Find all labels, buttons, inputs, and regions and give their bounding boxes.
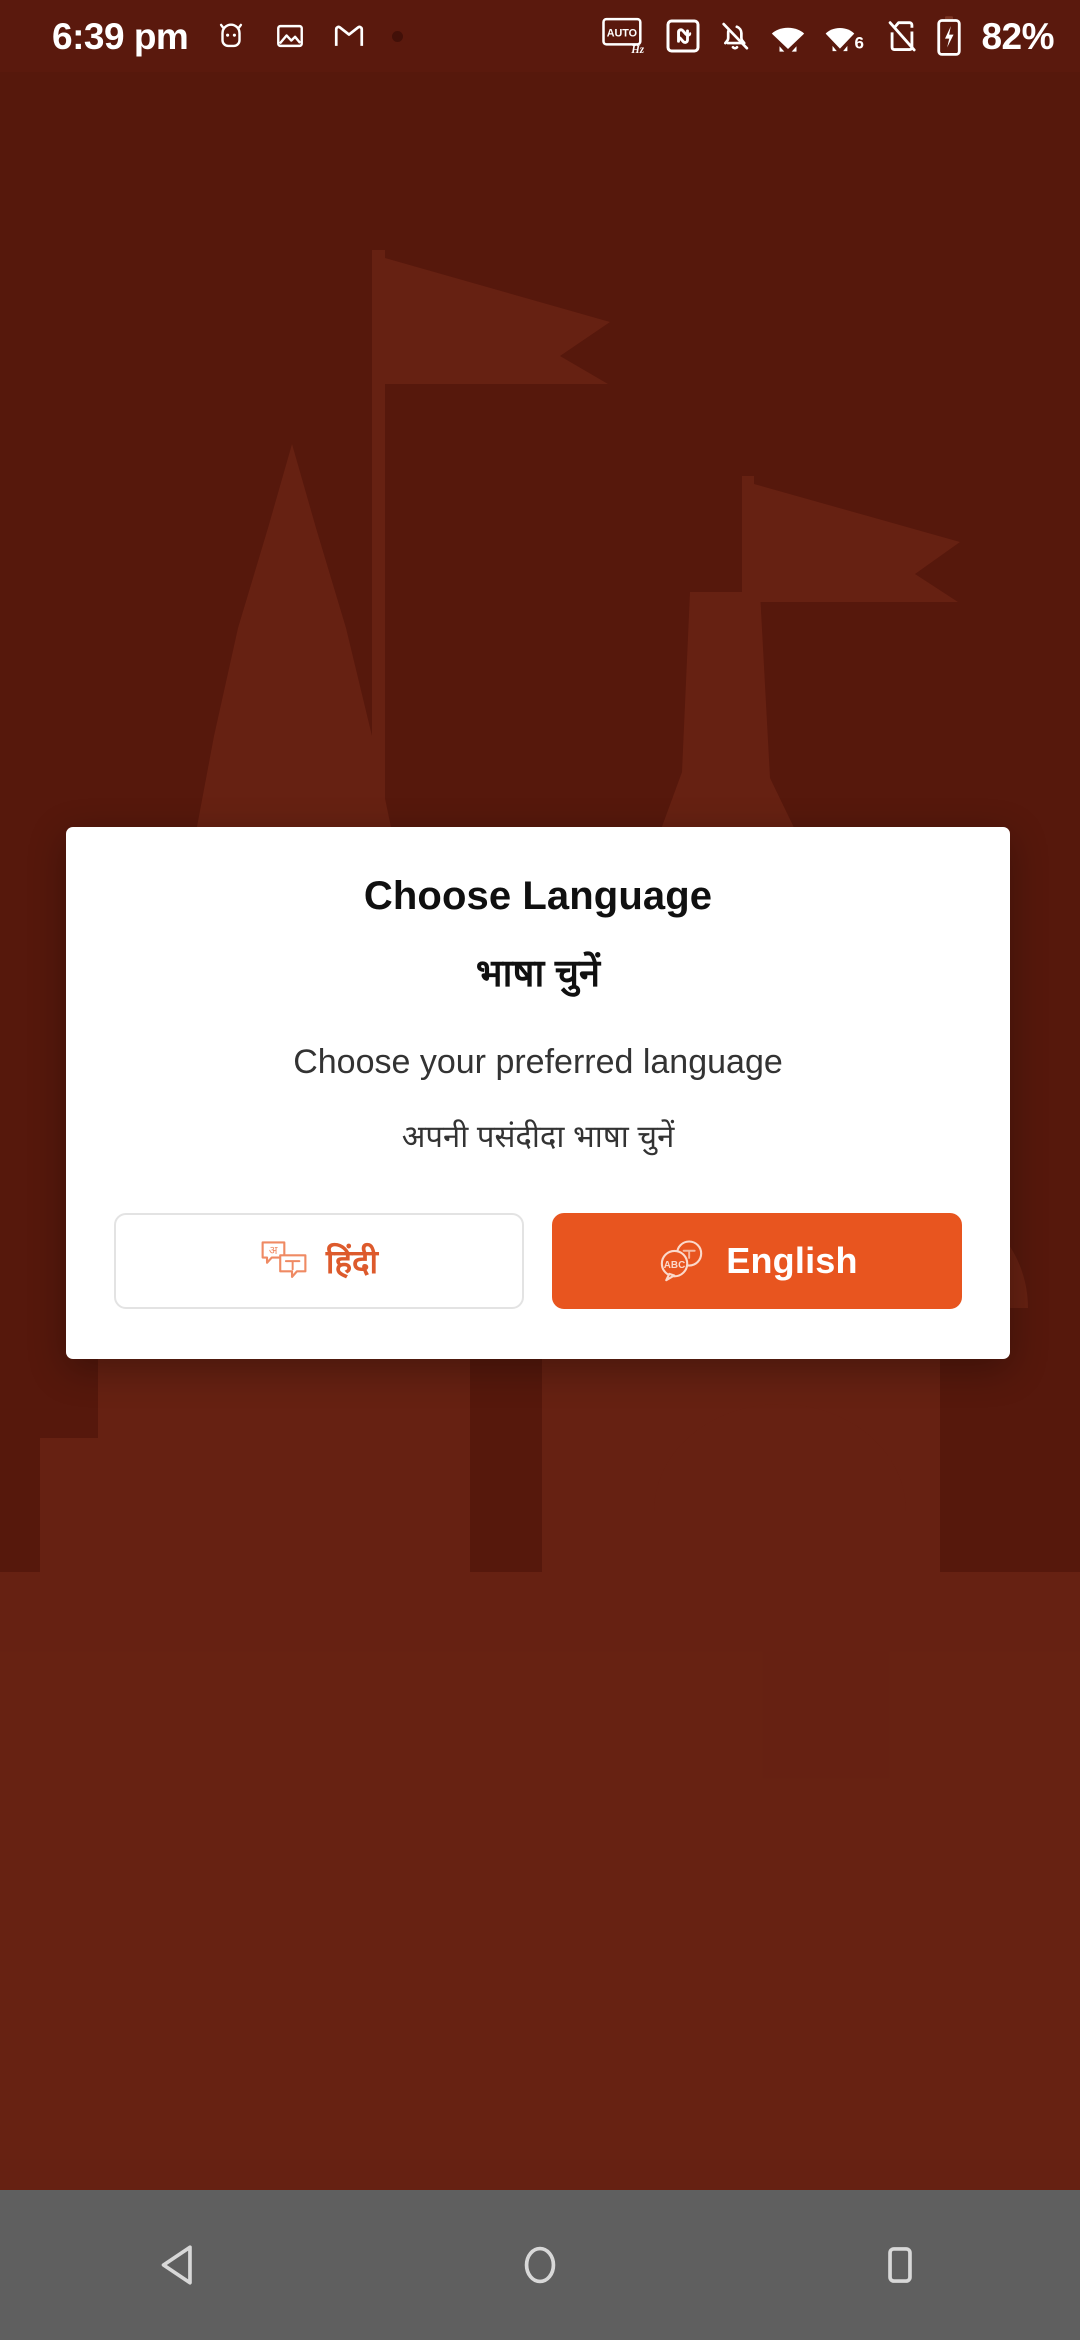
english-language-button-label: English (726, 1240, 858, 1282)
battery-percentage-label: 82% (981, 15, 1054, 57)
dialog-title-hindi: भाषा चुनें (475, 953, 601, 995)
home-button[interactable] (360, 2190, 720, 2340)
circle-home-icon (524, 2246, 556, 2284)
triangle-back-icon (161, 2245, 192, 2285)
bot-face-icon (220, 23, 243, 48)
hindi-language-button-label: हिंदी (325, 1242, 379, 1280)
notification-dot-icon (392, 30, 404, 42)
hindi-language-button[interactable]: अ हिंदी (114, 1213, 524, 1310)
no-sim-card-icon (889, 21, 917, 52)
status-bar-clock: 6:39 pm (52, 15, 189, 57)
recents-button[interactable] (720, 2190, 1080, 2340)
translate-speech-bubbles-abc-icon: ABC (661, 1240, 703, 1282)
back-button[interactable] (0, 2190, 360, 2340)
svg-text:Hz: Hz (631, 44, 646, 55)
gmail-icon (335, 25, 364, 46)
language-button-row: अ हिंदी ABC English (114, 1213, 962, 1310)
wifi-icon (772, 27, 805, 52)
svg-text:ABC: ABC (664, 1260, 685, 1271)
status-bar: 6:39 pm AUTO Hz 6 82% (0, 0, 1080, 72)
svg-text:6: 6 (855, 33, 864, 52)
dialog-subtitle-hindi: अपनी पसंदीदा भाषा चुनें (401, 1119, 675, 1155)
notifications-silenced-bell-icon (722, 22, 749, 50)
status-bar-left: 6:39 pm (52, 15, 404, 57)
photos-image-icon (277, 24, 304, 48)
wifi-6-icon: 6 (826, 28, 864, 52)
dialog-subtitle: Choose your preferred language (293, 1042, 783, 1081)
status-bar-right: AUTO Hz 6 82% (602, 16, 1054, 56)
nfc-icon (666, 19, 700, 53)
phone-screen: 6:39 pm AUTO Hz 6 82% Choose Language भा… (0, 0, 1080, 2340)
square-recents-icon (888, 2247, 912, 2283)
choose-language-dialog: Choose Language भाषा चुनें Choose your p… (66, 827, 1010, 1360)
svg-text:अ: अ (269, 1245, 278, 1257)
english-language-button[interactable]: ABC English (552, 1213, 962, 1310)
battery-charging-icon (937, 16, 962, 56)
android-navigation-bar (0, 2190, 1080, 2340)
auto-hz-refresh-rate-icon: AUTO Hz (602, 17, 646, 55)
dialog-title: Choose Language (363, 874, 713, 918)
translate-speech-bubbles-devanagari-icon: अ (261, 1241, 307, 1279)
svg-text:AUTO: AUTO (607, 27, 637, 39)
